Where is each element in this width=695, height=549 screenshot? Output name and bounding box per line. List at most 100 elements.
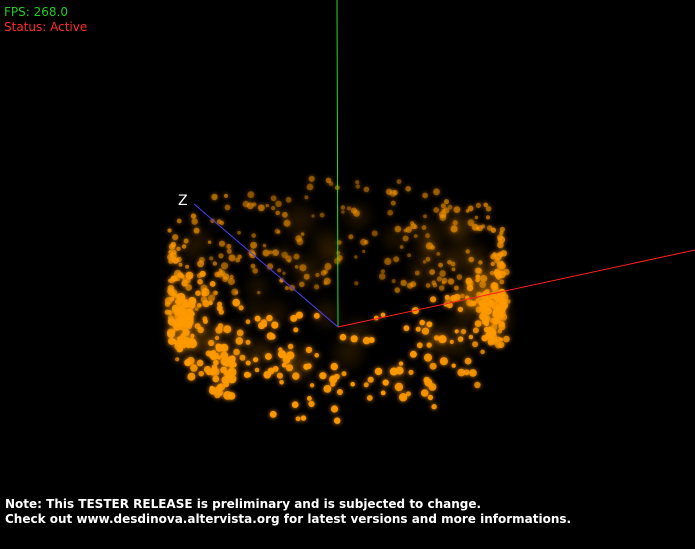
particle [218,309,224,315]
particle [287,343,294,350]
particle [413,234,418,238]
particle [363,186,370,193]
particle [438,262,443,268]
particle [425,233,430,239]
particle [479,281,487,289]
particle-scene [164,0,695,424]
particle [182,329,190,336]
particle [275,210,281,216]
particle [299,281,305,288]
particle [186,356,195,365]
particle [226,248,232,254]
particle [499,337,503,342]
particle [176,277,180,282]
particle [184,314,192,322]
particle [315,272,320,278]
particle [480,306,488,314]
particle [170,275,177,282]
particle [474,215,479,220]
particle [212,261,218,266]
particle [245,360,251,366]
particle [440,203,446,209]
particle [420,389,429,397]
particle [210,353,217,361]
particle [393,256,400,263]
particle [292,372,300,380]
particle [253,357,259,363]
particle [476,225,483,232]
particle [474,320,482,327]
particle [200,284,208,292]
particle [197,303,202,308]
particle [447,278,455,285]
particle [423,353,433,362]
particle [429,362,437,370]
particle [269,410,277,418]
render-viewport[interactable]: FPS: 268.0 Status: Active Z Note: This T… [0,0,695,549]
particle [245,319,251,325]
particle [242,200,250,208]
particle [439,357,448,366]
particle [295,416,301,422]
particle [227,367,237,377]
particle [212,375,220,383]
particle [468,301,475,307]
particle [262,249,270,257]
particle [218,240,226,247]
particle [208,339,215,347]
particle [447,260,452,265]
particle [468,334,474,340]
particle [209,281,216,287]
particle [438,335,447,344]
particle [226,243,232,249]
particle [265,353,272,360]
particle [170,241,177,248]
particle [425,257,431,262]
particle [444,294,450,300]
particle [285,196,292,203]
particle [171,304,180,312]
particle [441,280,446,285]
particle [221,262,229,270]
particle [308,175,315,182]
particle [391,279,396,284]
particle [405,186,412,192]
particle [500,250,507,257]
particle [431,404,437,410]
particle [282,211,288,218]
particle [456,274,463,280]
particle [309,383,315,388]
particle [300,415,307,421]
particle [247,191,255,199]
particle [483,326,490,333]
particle [480,274,488,283]
particle [433,188,440,196]
particle [402,235,409,242]
particle [336,389,343,395]
particle [314,284,320,290]
particle [355,184,360,189]
particle [202,316,208,322]
particle [172,257,179,264]
particle [490,261,495,267]
particle [178,339,188,349]
particle [177,336,182,341]
particle [266,314,273,322]
particle [367,376,374,383]
particle [183,238,189,244]
particle [243,371,251,378]
particle [227,278,235,285]
particle [496,319,501,323]
particle [371,230,378,237]
particle [499,279,505,285]
particle [235,337,244,345]
particle [439,270,446,277]
particle [405,391,411,397]
particle [185,271,194,280]
particle [190,333,195,338]
particle [463,369,470,376]
particle [271,206,276,211]
particle [245,339,251,345]
particle [210,367,218,375]
particle [340,205,346,210]
